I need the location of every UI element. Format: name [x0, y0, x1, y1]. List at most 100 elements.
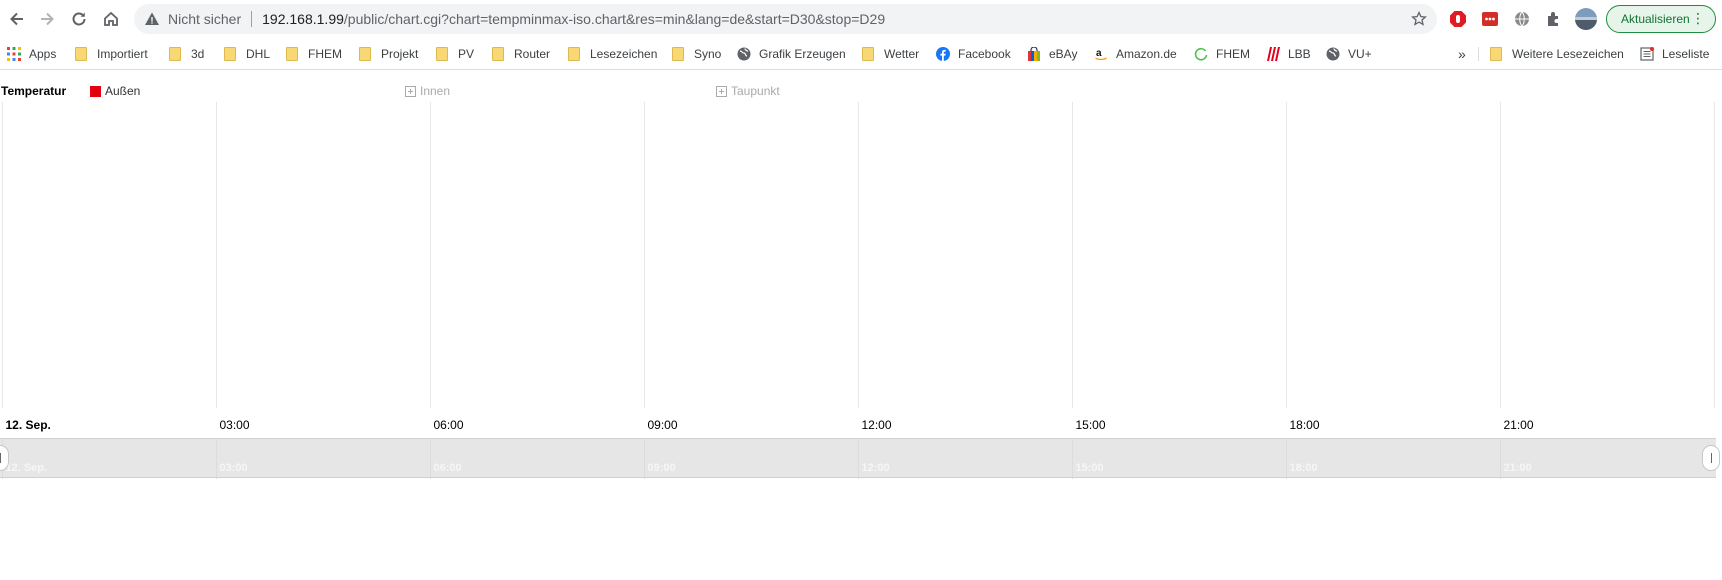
reading-list[interactable]: Leseliste: [1640, 44, 1709, 64]
bookmark-router[interactable]: Router: [492, 44, 550, 64]
temperature-chart[interactable]: 12. Sep. 03:00 06:00 09:00 12:00 15:00 18:00 21…: [0, 102, 1722, 442]
bookmark-label: Apps: [29, 47, 57, 61]
folder-icon: [224, 47, 236, 61]
bookmark-lesezeichen[interactable]: Lesezeichen: [568, 44, 657, 64]
navigator-tick-label: 12. Sep.: [6, 462, 48, 474]
bookmark-3d[interactable]: 3d: [169, 44, 204, 64]
navigator-tick-label: 09:00: [648, 462, 676, 474]
legend-item-innen[interactable]: Innen: [405, 84, 450, 98]
folder-icon: [286, 47, 298, 61]
bookmark-fhem-site[interactable]: FHEM: [1194, 44, 1250, 64]
bookmark-grafik-erzeugen[interactable]: Grafik Erzeugen: [737, 44, 846, 64]
bookmark-label: eBAy: [1049, 47, 1078, 61]
url-path: /public/chart.cgi?chart=tempminmax-iso.c…: [343, 11, 886, 27]
bookmark-importiert[interactable]: Importiert: [75, 44, 148, 64]
x-tick-label: 03:00: [220, 418, 250, 432]
x-tick-label: 18:00: [1290, 418, 1320, 432]
warning-icon: [145, 12, 159, 25]
globe-icon: [737, 47, 751, 61]
x-tick-label: 09:00: [648, 418, 678, 432]
bookmark-label: FHEM: [1216, 47, 1250, 61]
menu-dots-icon[interactable]: ⋮: [1691, 11, 1705, 25]
legend-swatch-aussen: [90, 85, 101, 97]
bookmark-label: Router: [514, 47, 551, 61]
lbb-icon: [1267, 47, 1280, 61]
bookmark-label: LBB: [1288, 47, 1311, 61]
bookmarks-divider: [1478, 47, 1479, 61]
apps-grid-icon: [7, 47, 21, 61]
url-host: 192.168.1.99: [262, 11, 344, 27]
security-label[interactable]: Nicht sicher: [168, 11, 241, 27]
update-button[interactable]: Aktualisieren ⋮: [1606, 5, 1716, 33]
reading-list-label: Leseliste: [1662, 47, 1710, 61]
lastpass-extension-icon[interactable]: [1479, 8, 1501, 30]
globe-icon: [1326, 47, 1340, 61]
legend-label-aussen: Außen: [105, 84, 141, 98]
update-button-label: Aktualisieren: [1621, 12, 1690, 26]
bookmark-wetter[interactable]: Wetter: [862, 44, 919, 64]
folder-icon: [359, 47, 371, 61]
reload-button[interactable]: [64, 4, 94, 34]
bookmark-syno[interactable]: Syno: [672, 44, 721, 64]
address-bar[interactable]: Nicht sicher 192.168.1.99/public/chart.c…: [134, 4, 1437, 34]
bookmark-star-icon[interactable]: [1411, 11, 1427, 27]
bookmark-dhl[interactable]: DHL: [224, 44, 270, 64]
forward-button[interactable]: [32, 4, 62, 34]
reload-icon: [72, 12, 86, 26]
fhem-icon: [1194, 47, 1208, 61]
folder-icon: [1490, 47, 1502, 61]
bookmark-label: 3d: [191, 47, 205, 61]
bookmark-fhem-folder[interactable]: FHEM: [286, 44, 342, 64]
legend-checkbox-taupunkt-icon: [716, 85, 727, 97]
x-tick-label: 06:00: [434, 418, 464, 432]
range-navigator[interactable]: 12. Sep. 03:00 06:00 09:00 12:00 15:00 18:00 21…: [0, 438, 1716, 479]
folder-icon: [672, 47, 684, 61]
profile-avatar[interactable]: [1575, 8, 1597, 30]
legend-item-taupunkt[interactable]: Taupunkt: [716, 84, 780, 98]
reading-list-icon: [1640, 47, 1654, 61]
bookmark-label: Wetter: [884, 47, 920, 61]
bookmark-vu[interactable]: VU+: [1326, 44, 1372, 64]
home-button[interactable]: [96, 4, 126, 34]
url-text[interactable]: 192.168.1.99/public/chart.cgi?chart=temp…: [262, 11, 885, 27]
navigator-tick-label: 03:00: [220, 462, 248, 474]
bookmark-label: Importiert: [97, 47, 148, 61]
bookmark-facebook[interactable]: Facebook: [936, 44, 1011, 64]
other-bookmarks[interactable]: Weitere Lesezeichen: [1490, 44, 1624, 64]
bookmark-label: Lesezeichen: [590, 47, 658, 61]
more-bookmarks-chevron-icon: »: [1458, 46, 1466, 62]
bookmark-label: Grafik Erzeugen: [759, 47, 846, 61]
legend-item-aussen[interactable]: Außen: [90, 84, 140, 98]
folder-icon: [436, 47, 448, 61]
navigator-tick-label: 15:00: [1076, 462, 1104, 474]
legend-label-taupunkt: Taupunkt: [731, 84, 780, 98]
bookmark-lbb[interactable]: LBB: [1266, 44, 1311, 64]
more-bookmarks-button[interactable]: »: [1458, 44, 1466, 64]
globe-extension-icon[interactable]: [1511, 8, 1533, 30]
amazon-icon: a: [1095, 48, 1107, 61]
navigator-axis: 12. Sep. 03:00 06:00 09:00 12:00 15:00 18:00 21…: [2, 439, 1532, 479]
bookmark-label: Facebook: [958, 47, 1011, 61]
forward-arrow-icon: [41, 12, 54, 26]
extensions-puzzle-icon[interactable]: [1543, 8, 1565, 30]
bookmark-apps[interactable]: Apps: [7, 44, 56, 64]
navigator-tick-label: 21:00: [1504, 462, 1532, 474]
folder-icon: [75, 47, 87, 61]
navigator-right-handle[interactable]: [1702, 445, 1720, 471]
back-button[interactable]: [2, 4, 32, 34]
bookmark-amazon[interactable]: a Amazon.de: [1094, 44, 1177, 64]
browser-toolbar: Nicht sicher 192.168.1.99/public/chart.c…: [0, 0, 1722, 38]
x-tick-label: 12. Sep.: [6, 418, 51, 432]
legend-label-innen: Innen: [420, 84, 451, 98]
bookmark-pv[interactable]: PV: [436, 44, 474, 64]
chart-legend-title: Temperatur: [1, 84, 67, 98]
folder-icon: [492, 47, 504, 61]
adblock-extension-icon[interactable]: [1447, 8, 1469, 30]
home-icon: [104, 11, 118, 26]
bookmark-ebay[interactable]: eBAy: [1027, 44, 1077, 64]
bookmark-label: DHL: [246, 47, 271, 61]
bookmark-projekt[interactable]: Projekt: [359, 44, 418, 64]
bookmark-label: PV: [458, 47, 475, 61]
address-separator: [251, 11, 253, 27]
bookmarks-bar: Apps Importiert 3d DHL FHEM Projekt PV R…: [0, 38, 1722, 70]
